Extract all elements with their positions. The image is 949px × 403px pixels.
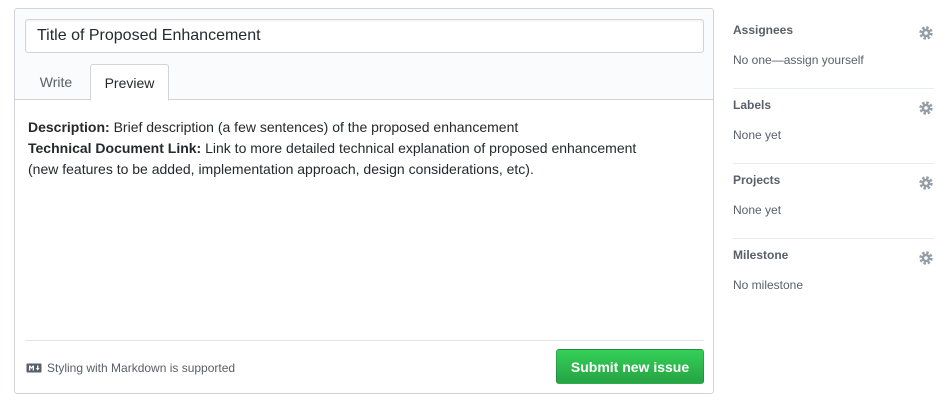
description-label: Description: bbox=[28, 119, 110, 135]
milestone-value: No milestone bbox=[733, 278, 804, 292]
labels-value: None yet bbox=[733, 128, 782, 142]
sidebar-labels: Labels None yet bbox=[733, 89, 934, 164]
footer-divider bbox=[25, 340, 704, 341]
tab-write[interactable]: Write bbox=[25, 64, 87, 101]
markdown-note-text: Styling with Markdown is supported bbox=[47, 361, 236, 375]
techdoc-line: Technical Document Link: Link to more de… bbox=[28, 138, 698, 159]
techdoc-line-cont: (new features to be added, implementatio… bbox=[28, 161, 534, 177]
milestone-heading: Milestone bbox=[733, 248, 789, 262]
description-text: Brief description (a few sentences) of t… bbox=[109, 119, 519, 135]
issue-title-input[interactable] bbox=[25, 19, 704, 53]
tab-preview[interactable]: Preview bbox=[90, 64, 169, 101]
assignees-heading: Assignees bbox=[733, 23, 794, 37]
techdoc-text: Link to more detailed technical explanat… bbox=[201, 140, 637, 156]
projects-gear-icon[interactable] bbox=[918, 175, 934, 191]
title-area: Write Preview bbox=[15, 9, 713, 101]
assignees-gear-icon[interactable] bbox=[918, 25, 934, 41]
submit-issue-button[interactable]: Submit new issue bbox=[556, 349, 704, 384]
sidebar-milestone: Milestone No milestone bbox=[733, 239, 934, 314]
issue-editor: Write Preview Description: Brief descrip… bbox=[14, 8, 714, 394]
issue-sidebar: Assignees No one—assign yourself Labels … bbox=[733, 14, 934, 314]
sidebar-assignees: Assignees No one—assign yourself bbox=[733, 14, 934, 89]
assignees-value[interactable]: No one—assign yourself bbox=[733, 53, 864, 67]
labels-heading: Labels bbox=[733, 98, 772, 112]
labels-gear-icon[interactable] bbox=[918, 100, 934, 116]
milestone-gear-icon[interactable] bbox=[918, 250, 934, 266]
techdoc-label: Technical Document Link: bbox=[28, 140, 202, 156]
markdown-icon bbox=[26, 363, 42, 373]
sidebar-projects: Projects None yet bbox=[733, 164, 934, 239]
markdown-note[interactable]: Styling with Markdown is supported bbox=[26, 361, 235, 375]
projects-value: None yet bbox=[733, 203, 782, 217]
projects-heading: Projects bbox=[733, 173, 781, 187]
description-line: Description: Brief description (a few se… bbox=[28, 117, 698, 138]
preview-content: Description: Brief description (a few se… bbox=[28, 117, 698, 180]
